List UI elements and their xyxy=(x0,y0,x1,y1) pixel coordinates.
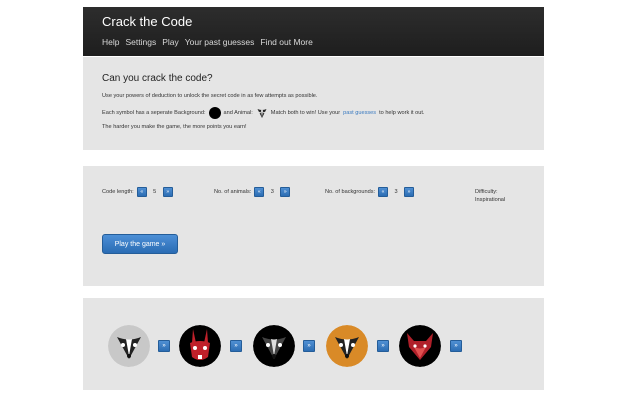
badger-icon xyxy=(108,325,150,367)
intro-panel: Can you crack the code? Use your powers … xyxy=(83,57,544,150)
intro-line-2a: Each symbol has a seperate Background: xyxy=(102,110,206,116)
intro-line-2c: Match both to win! Use your xyxy=(270,110,341,116)
background-example-icon xyxy=(208,107,221,119)
nav-settings[interactable]: Settings xyxy=(125,37,156,47)
animals-decrement-button[interactable]: « xyxy=(254,187,265,197)
settings-panel: Code length: « 5 » No. of animals: « 3 »… xyxy=(83,166,544,286)
nav-play[interactable]: Play xyxy=(162,37,179,47)
symbol-1[interactable] xyxy=(108,325,150,367)
rabbit-icon xyxy=(179,325,221,367)
cycle-symbol-3-button[interactable]: » xyxy=(303,340,315,352)
symbol-4[interactable] xyxy=(326,325,368,367)
code-length-label: Code length: xyxy=(102,189,134,195)
code-length-increment-button[interactable]: » xyxy=(162,187,173,197)
badger-icon xyxy=(253,325,295,367)
intro-line-2b: and Animal: xyxy=(223,110,253,116)
code-length-decrement-button[interactable]: « xyxy=(136,187,147,197)
cycle-symbol-1-button[interactable]: » xyxy=(158,340,170,352)
animals-increment-button[interactable]: » xyxy=(280,187,291,197)
fox-icon xyxy=(399,325,441,367)
cycle-symbol-2-button[interactable]: » xyxy=(230,340,242,352)
navbar: Crack the Code Help Settings Play Your p… xyxy=(83,7,544,56)
animal-example-badger-icon xyxy=(256,107,268,119)
animals-value: 3 xyxy=(270,189,274,195)
difficulty-label: Difficulty: xyxy=(475,189,498,195)
nav-find-out-more[interactable]: Find out More xyxy=(260,37,312,47)
animals-control: No. of animals: « 3 » xyxy=(214,187,291,197)
nav-past-guesses[interactable]: Your past guesses xyxy=(185,37,255,47)
intro-line-3: The harder you make the game, the more p… xyxy=(102,124,247,130)
animals-label: No. of animals: xyxy=(214,189,252,195)
backgrounds-value: 3 xyxy=(394,189,398,195)
code-panel: » » » » » xyxy=(83,298,544,390)
past-guesses-link[interactable]: past guesses xyxy=(343,110,376,116)
badger-icon xyxy=(326,325,368,367)
symbol-3[interactable] xyxy=(253,325,295,367)
cycle-symbol-4-button[interactable]: » xyxy=(377,340,389,352)
symbol-2[interactable] xyxy=(179,325,221,367)
symbol-5[interactable] xyxy=(399,325,441,367)
app-title[interactable]: Crack the Code xyxy=(102,14,192,29)
backgrounds-label: No. of backgrounds: xyxy=(325,189,376,195)
intro-line-2d: to help work it out. xyxy=(379,110,425,116)
intro-line-2: Each symbol has a seperate Background: a… xyxy=(102,107,425,119)
code-length-value: 5 xyxy=(153,189,157,195)
difficulty-display: Difficulty: Inspirational xyxy=(475,188,505,204)
cycle-symbol-5-button[interactable]: » xyxy=(450,340,462,352)
nav-menu: Help Settings Play Your past guesses Fin… xyxy=(102,37,313,47)
intro-line-1: Use your powers of deduction to unlock t… xyxy=(102,93,318,99)
backgrounds-control: No. of backgrounds: « 3 » xyxy=(325,187,415,197)
difficulty-value: Inspirational xyxy=(475,197,506,203)
code-length-control: Code length: « 5 » xyxy=(102,187,173,197)
intro-heading: Can you crack the code? xyxy=(102,73,213,84)
backgrounds-decrement-button[interactable]: « xyxy=(378,187,389,197)
play-game-button[interactable]: Play the game » xyxy=(102,234,178,254)
backgrounds-increment-button[interactable]: » xyxy=(404,187,415,197)
nav-help[interactable]: Help xyxy=(102,37,119,47)
